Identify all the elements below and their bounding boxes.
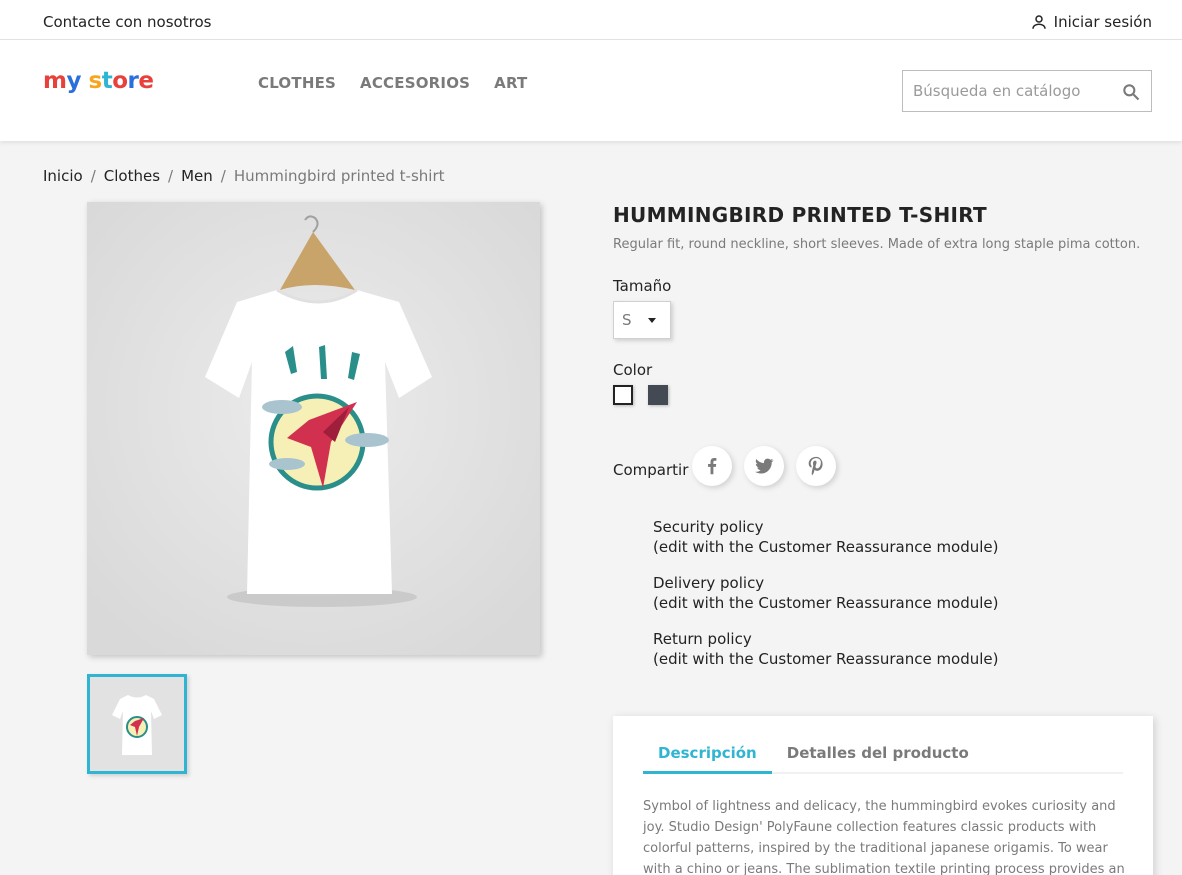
reassurance-subtitle: (edit with the Customer Reassurance modu… <box>653 538 999 556</box>
breadcrumb-separator: / <box>168 167 174 185</box>
product-thumbnail[interactable] <box>87 674 187 774</box>
tab-product-details[interactable]: Detalles del producto <box>772 744 984 772</box>
reassurance-title: Return policy <box>653 630 752 648</box>
product-title: HUMMINGBIRD PRINTED T-SHIRT <box>613 203 987 227</box>
top-bar: Contacte con nosotros Iniciar sesión <box>0 0 1182 40</box>
store-logo[interactable]: my store <box>43 68 154 94</box>
reassurance-delivery: Delivery policy (edit with the Customer … <box>653 573 999 613</box>
breadcrumb-separator: / <box>90 167 96 185</box>
product-short-description: Regular fit, round neckline, short sleev… <box>613 237 1141 252</box>
reassurance-return: Return policy (edit with the Customer Re… <box>653 629 999 669</box>
breadcrumb-clothes[interactable]: Clothes <box>104 167 160 185</box>
caret-down-icon <box>648 318 656 323</box>
breadcrumb-home[interactable]: Inicio <box>43 167 83 185</box>
product-main-image[interactable] <box>87 202 540 655</box>
facebook-share-button[interactable] <box>692 446 732 486</box>
signin-label: Iniciar sesión <box>1053 13 1152 31</box>
reassurance-title: Security policy <box>653 518 764 536</box>
breadcrumb-separator: / <box>220 167 226 185</box>
breadcrumb-men[interactable]: Men <box>181 167 213 185</box>
twitter-icon <box>755 458 774 474</box>
product-tabs-card: Descripción Detalles del producto Symbol… <box>613 716 1153 875</box>
color-swatch-white[interactable] <box>613 385 633 405</box>
signin-link[interactable]: Iniciar sesión <box>1030 13 1152 31</box>
header: my store CLOTHES ACCESORIOS ART <box>0 40 1182 141</box>
facebook-icon <box>708 458 717 475</box>
color-label: Color <box>613 361 653 379</box>
user-icon <box>1031 15 1046 29</box>
product-description: Symbol of lightness and delicacy, the hu… <box>643 799 1125 875</box>
search-box <box>902 70 1152 112</box>
size-label: Tamaño <box>613 277 672 295</box>
reassurance-subtitle: (edit with the Customer Reassurance modu… <box>653 594 999 612</box>
product-tabs: Descripción Detalles del producto <box>643 744 1123 774</box>
nav-art[interactable]: ART <box>494 74 527 92</box>
color-swatch-gray[interactable] <box>648 385 668 405</box>
search-input[interactable] <box>903 71 1115 111</box>
tab-description[interactable]: Descripción <box>643 744 772 774</box>
reassurance-security: Security policy (edit with the Customer … <box>653 517 999 557</box>
twitter-share-button[interactable] <box>744 446 784 486</box>
nav-clothes[interactable]: CLOTHES <box>258 74 336 92</box>
main-nav: CLOTHES ACCESORIOS ART <box>258 74 527 92</box>
search-icon[interactable] <box>1121 82 1141 102</box>
share-label: Compartir <box>613 461 689 479</box>
breadcrumb: Inicio / Clothes / Men / Hummingbird pri… <box>43 167 445 185</box>
pinterest-icon <box>808 456 823 476</box>
nav-accesorios[interactable]: ACCESORIOS <box>360 74 470 92</box>
contact-link[interactable]: Contacte con nosotros <box>43 13 211 31</box>
breadcrumb-current: Hummingbird printed t-shirt <box>233 167 445 185</box>
size-value: S <box>622 311 632 329</box>
pinterest-share-button[interactable] <box>796 446 836 486</box>
reassurance-subtitle: (edit with the Customer Reassurance modu… <box>653 650 999 668</box>
size-select[interactable]: S <box>613 301 671 339</box>
reassurance-title: Delivery policy <box>653 574 765 592</box>
